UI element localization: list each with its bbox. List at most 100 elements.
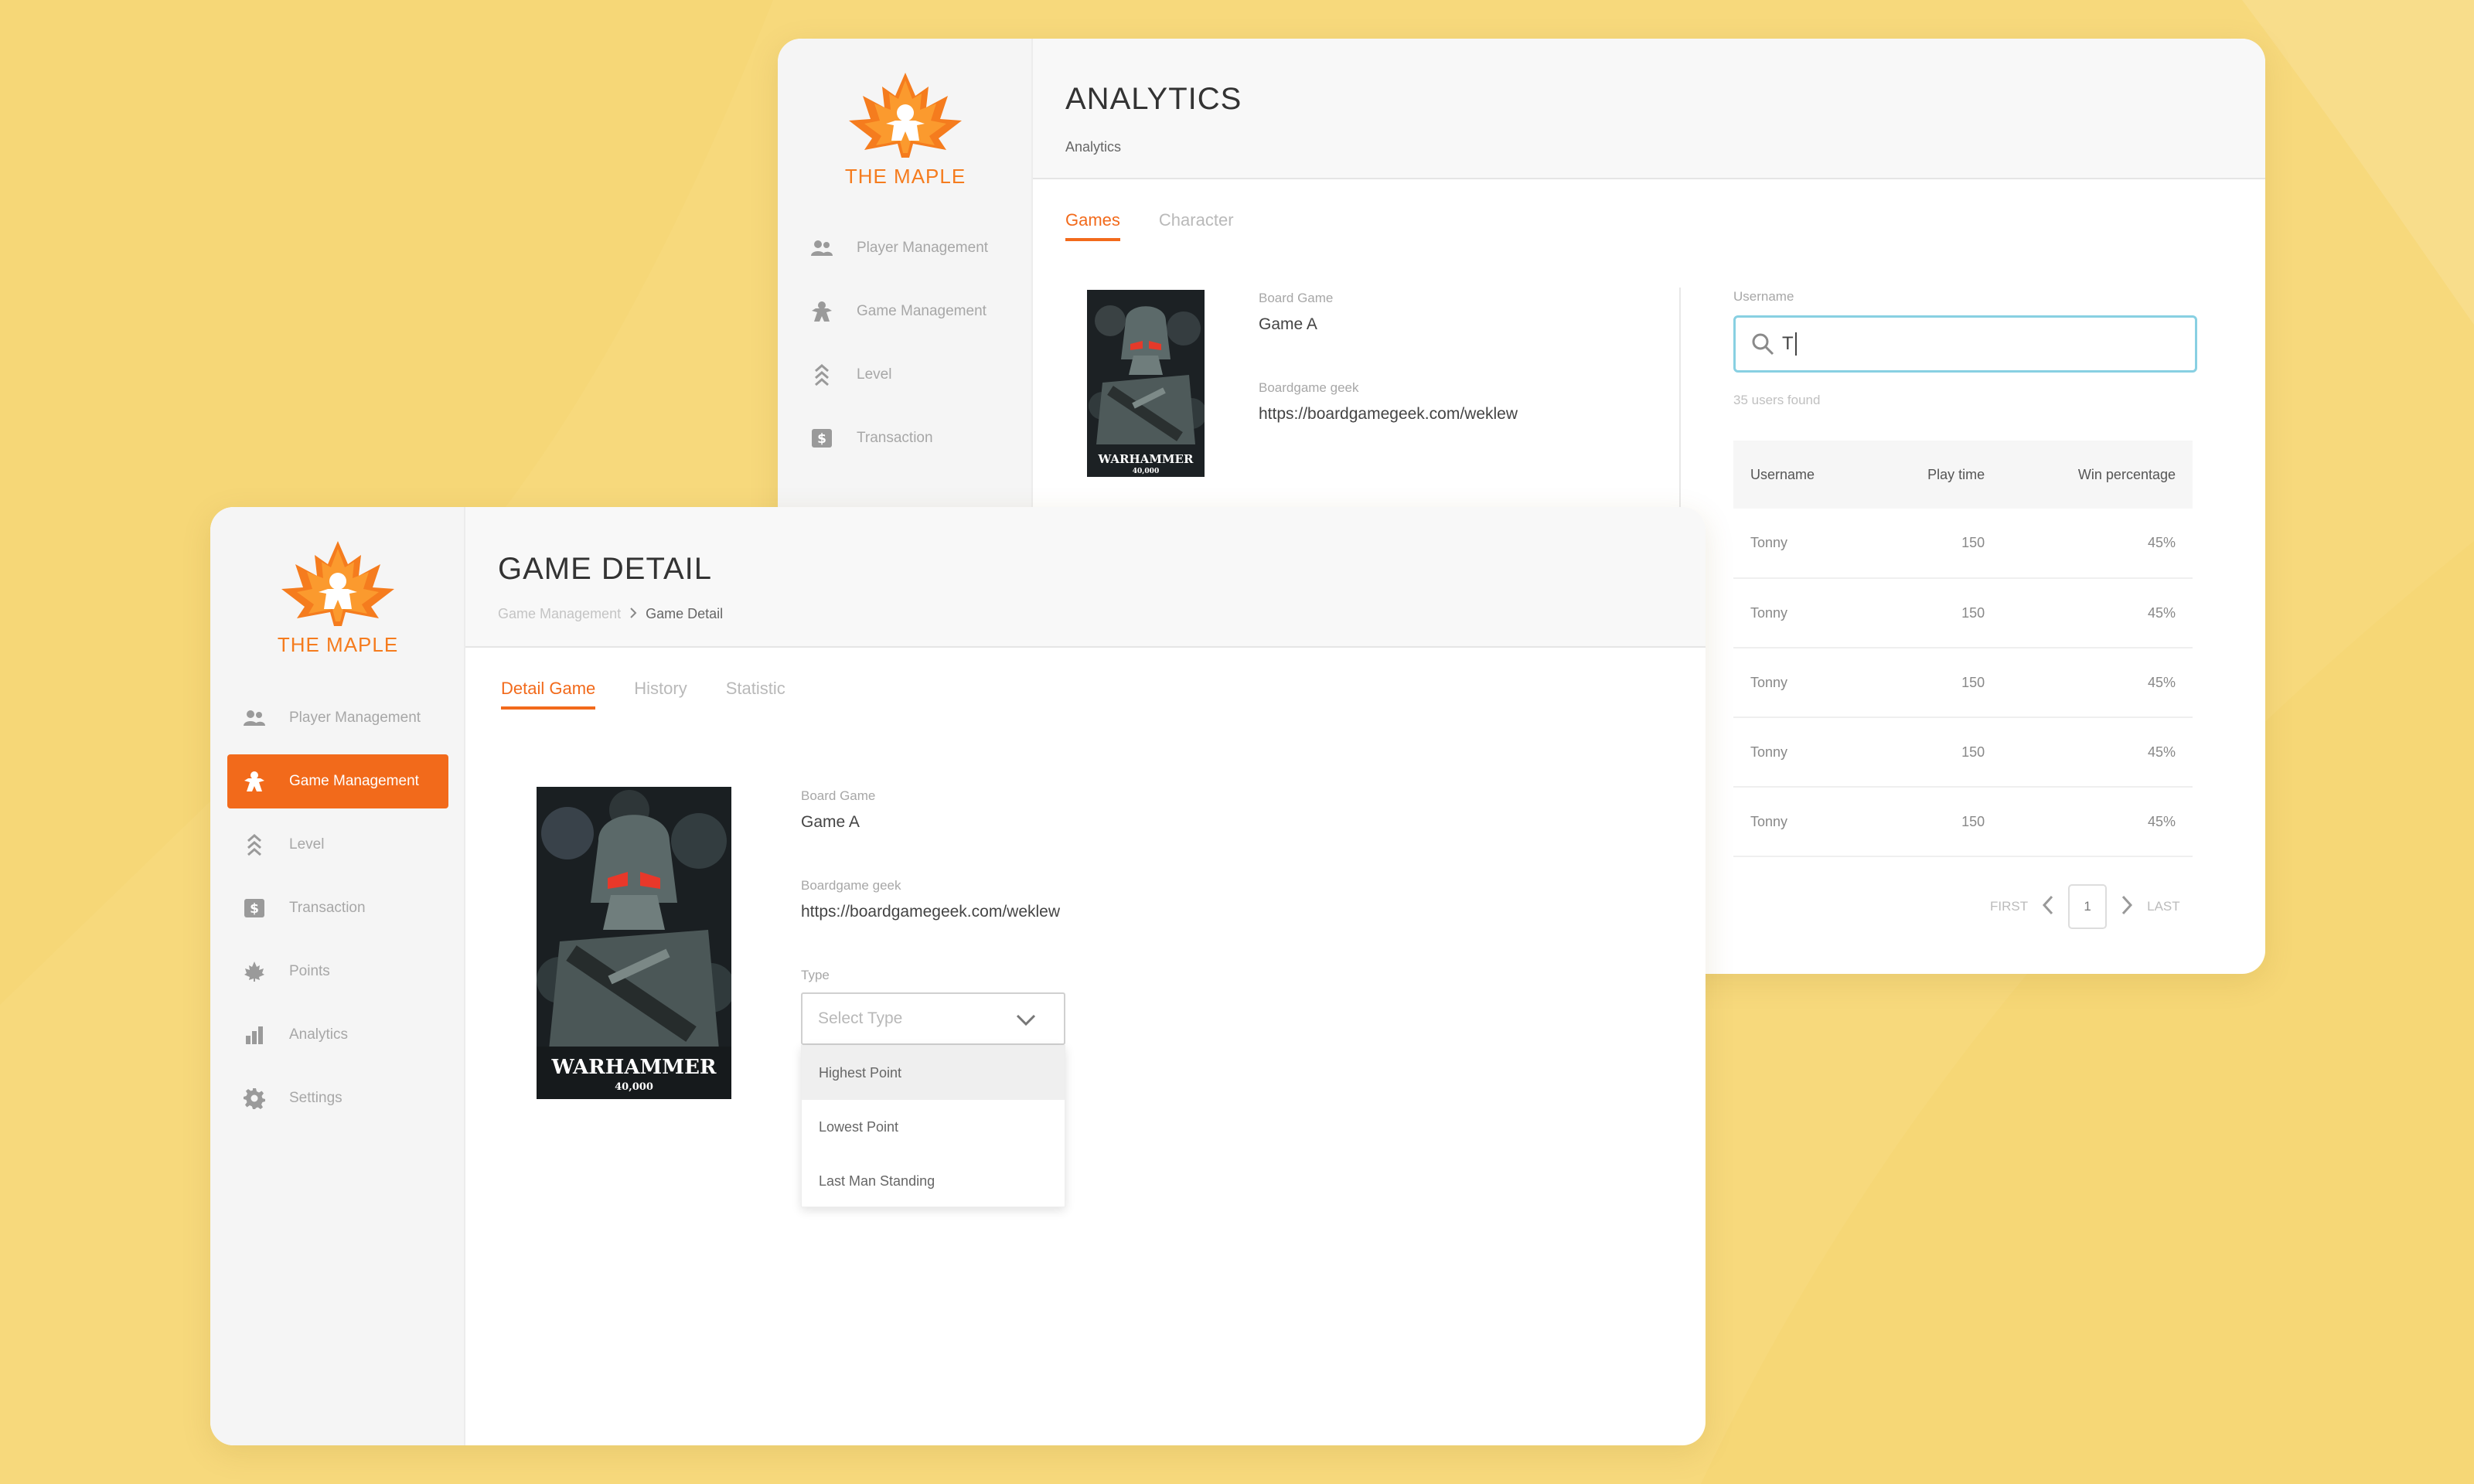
bar-chart-icon: [241, 1023, 268, 1047]
breadcrumb-current: Game Detail: [646, 606, 724, 621]
meeple-icon: [809, 300, 835, 323]
column-header-play-time[interactable]: Play time: [1880, 441, 1985, 509]
nav-label: Analytics: [289, 1026, 349, 1043]
nav-item-game-management[interactable]: Game Management: [227, 754, 448, 808]
detail-tabs: Detail Game History Statistic: [501, 679, 785, 710]
pager-last[interactable]: LAST: [2147, 899, 2180, 914]
dollar-icon: $: [241, 897, 268, 920]
dropdown-option[interactable]: Last Man Standing: [802, 1154, 1065, 1208]
dropdown-option[interactable]: Lowest Point: [802, 1100, 1065, 1154]
column-header-username[interactable]: Username: [1733, 441, 1881, 509]
table-row[interactable]: Tonny 150 45%: [1733, 787, 2193, 857]
cell-win-percentage: 45%: [1985, 509, 2193, 579]
chevrons-up-icon: [241, 833, 268, 856]
analytics-tabs: Games Character: [1065, 210, 1234, 241]
geek-link[interactable]: https://boardgamegeek.com/weklew: [801, 903, 1060, 921]
nav-item-level[interactable]: Level: [227, 818, 448, 872]
nav-item-level[interactable]: Level: [795, 348, 1016, 402]
maple-logo-icon: [849, 73, 962, 158]
chevron-right-icon: [629, 606, 637, 621]
svg-text:$: $: [250, 901, 259, 917]
breadcrumb: Analytics: [1065, 139, 1122, 155]
maple-leaf-icon: [241, 960, 268, 983]
brand-logo: THE MAPLE: [778, 73, 1033, 189]
dollar-icon: $: [809, 427, 835, 450]
pager-current-page[interactable]: 1: [2068, 884, 2108, 929]
chevrons-up-icon: [809, 363, 835, 386]
users-found-count: 35 users found: [1733, 393, 1821, 407]
cell-win-percentage: 45%: [1985, 578, 2193, 648]
nav-label: Game Management: [857, 303, 987, 319]
nav-label: Player Management: [289, 710, 421, 726]
board-game-field: Board Game Game A: [801, 788, 875, 832]
brand-name: THE MAPLE: [844, 165, 966, 188]
brand-name: THE MAPLE: [277, 633, 399, 656]
cell-win-percentage: 45%: [1985, 787, 2193, 857]
svg-text:$: $: [817, 431, 826, 447]
table-row[interactable]: Tonny 150 45%: [1733, 578, 2193, 648]
poster-title: WARHAMMER: [551, 1056, 717, 1079]
chevron-down-icon: [1016, 1013, 1036, 1031]
warhammer-art: [1087, 290, 1205, 477]
pager-first[interactable]: FIRST: [1990, 899, 2028, 914]
board-game-label: Board Game: [801, 788, 876, 803]
nav-label: Points: [289, 963, 330, 979]
nav-item-transaction[interactable]: $ Transaction: [795, 411, 1016, 465]
gear-icon: [241, 1087, 268, 1110]
search-input-value: T: [1782, 333, 1794, 354]
tab-character[interactable]: Character: [1159, 210, 1234, 241]
poster-subtitle: 40,000: [1132, 468, 1160, 475]
tab-history[interactable]: History: [634, 679, 687, 710]
geek-label: Boardgame geek: [1259, 380, 1359, 395]
game-poster: WARHAMMER 40,000: [537, 787, 731, 1099]
nav-label: Player Management: [857, 240, 989, 256]
nav-item-game-management[interactable]: Game Management: [795, 284, 1016, 339]
type-label: Type: [801, 968, 830, 982]
type-select[interactable]: Select Type: [801, 992, 1065, 1045]
chevron-left-icon[interactable]: [2042, 895, 2054, 919]
geek-link[interactable]: https://boardgamegeek.com/weklew: [1259, 405, 1518, 424]
analytics-header: ANALYTICS Analytics: [1033, 39, 2265, 179]
analytics-nav: Player Management Game Management Level …: [795, 221, 1016, 475]
board-game-value: Game A: [801, 813, 860, 831]
nav-item-settings[interactable]: Settings: [227, 1071, 448, 1125]
nav-item-transaction[interactable]: $ Transaction: [227, 881, 448, 935]
cell-username: Tonny: [1733, 787, 1881, 857]
cell-username: Tonny: [1733, 509, 1881, 579]
poster-subtitle: 40,000: [615, 1081, 653, 1093]
text-cursor: [1794, 332, 1797, 356]
cell-win-percentage: 45%: [1985, 648, 2193, 718]
type-dropdown: Highest Point Lowest Point Last Man Stan…: [801, 1045, 1065, 1207]
breadcrumb: Game Management Game Detail: [498, 606, 723, 622]
nav-item-player-management[interactable]: Player Management: [795, 221, 1016, 275]
nav-item-analytics[interactable]: Analytics: [227, 1008, 448, 1062]
username-label: Username: [1733, 289, 1794, 304]
dropdown-option[interactable]: Highest Point: [802, 1046, 1065, 1100]
tab-detail-game[interactable]: Detail Game: [501, 679, 596, 710]
cell-play-time: 150: [1880, 717, 1985, 788]
nav-label: Transaction: [289, 900, 366, 916]
cell-play-time: 150: [1880, 787, 1985, 857]
table-row[interactable]: Tonny 150 45%: [1733, 509, 2193, 579]
warhammer-art: [537, 787, 731, 1099]
tab-statistic[interactable]: Statistic: [726, 679, 785, 710]
nav-item-player-management[interactable]: Player Management: [227, 691, 448, 745]
table-row[interactable]: Tonny 150 45%: [1733, 717, 2193, 788]
detail-nav: Player Management Game Management Level …: [227, 691, 448, 1135]
users-icon: [809, 237, 835, 260]
username-search[interactable]: T: [1733, 315, 2197, 373]
users-icon: [241, 706, 268, 730]
column-header-win-percentage[interactable]: Win percentage: [1985, 441, 2193, 509]
nav-item-points[interactable]: Points: [227, 945, 448, 999]
tab-games[interactable]: Games: [1065, 210, 1120, 241]
cell-play-time: 150: [1880, 648, 1985, 718]
cell-username: Tonny: [1733, 717, 1881, 788]
breadcrumb-parent[interactable]: Game Management: [498, 606, 621, 621]
page-title: ANALYTICS: [1065, 82, 1242, 116]
nav-label: Level: [289, 836, 325, 853]
table-row[interactable]: Tonny 150 45%: [1733, 648, 2193, 718]
chevron-right-icon[interactable]: [2121, 895, 2133, 919]
page-title: GAME DETAIL: [498, 552, 712, 586]
nav-label: Transaction: [857, 430, 933, 446]
board-game-field: Board Game Game A: [1259, 291, 1333, 334]
